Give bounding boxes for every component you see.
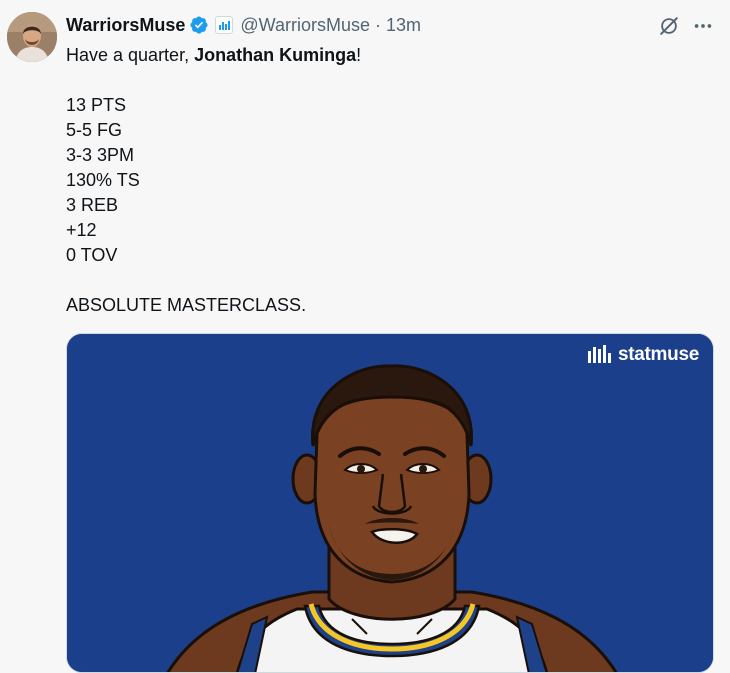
affiliate-badge-icon[interactable]	[215, 16, 234, 34]
statmuse-logo-icon	[587, 345, 613, 365]
stat-line: 5-5 FG	[66, 120, 123, 140]
grok-button[interactable]	[656, 14, 682, 38]
player-mention: Jonathan Kuminga	[194, 45, 357, 65]
avatar[interactable]	[7, 12, 57, 62]
tweet-intro: Have a quarter, Jonathan Kuminga!	[66, 43, 706, 68]
statmuse-brand: statmuse	[587, 344, 699, 366]
verified-badge-icon	[189, 15, 209, 35]
tweet-header: WarriorsMuse @WarriorsMuse · 13m	[66, 13, 421, 37]
stat-line: 0 TOV	[66, 245, 118, 265]
more-button[interactable]	[690, 14, 716, 38]
stat-line: +12	[66, 220, 97, 240]
more-icon	[694, 24, 712, 28]
tweet-text: Have a quarter, Jonathan Kuminga! 13 PTS…	[66, 43, 706, 318]
separator-dot: ·	[375, 14, 381, 35]
media-image[interactable]: statmuse	[66, 333, 714, 673]
stat-line: 13 PTS	[66, 95, 127, 115]
tweet-outro: ABSOLUTE MASTERCLASS.	[66, 295, 307, 315]
timestamp[interactable]: 13m	[386, 15, 421, 36]
avatar-image	[7, 12, 57, 62]
stat-line: 3 REB	[66, 195, 119, 215]
stat-line: 3-3 3PM	[66, 145, 135, 165]
stat-line: 130% TS	[66, 170, 140, 190]
intro-prefix: Have a quarter,	[66, 45, 195, 65]
statmuse-wordmark: statmuse	[617, 344, 699, 365]
user-handle[interactable]: @WarriorsMuse	[240, 15, 370, 36]
player-illustration	[67, 334, 713, 672]
intro-suffix: !	[356, 45, 362, 65]
display-name[interactable]: WarriorsMuse	[66, 15, 185, 36]
grok-icon	[660, 17, 678, 35]
